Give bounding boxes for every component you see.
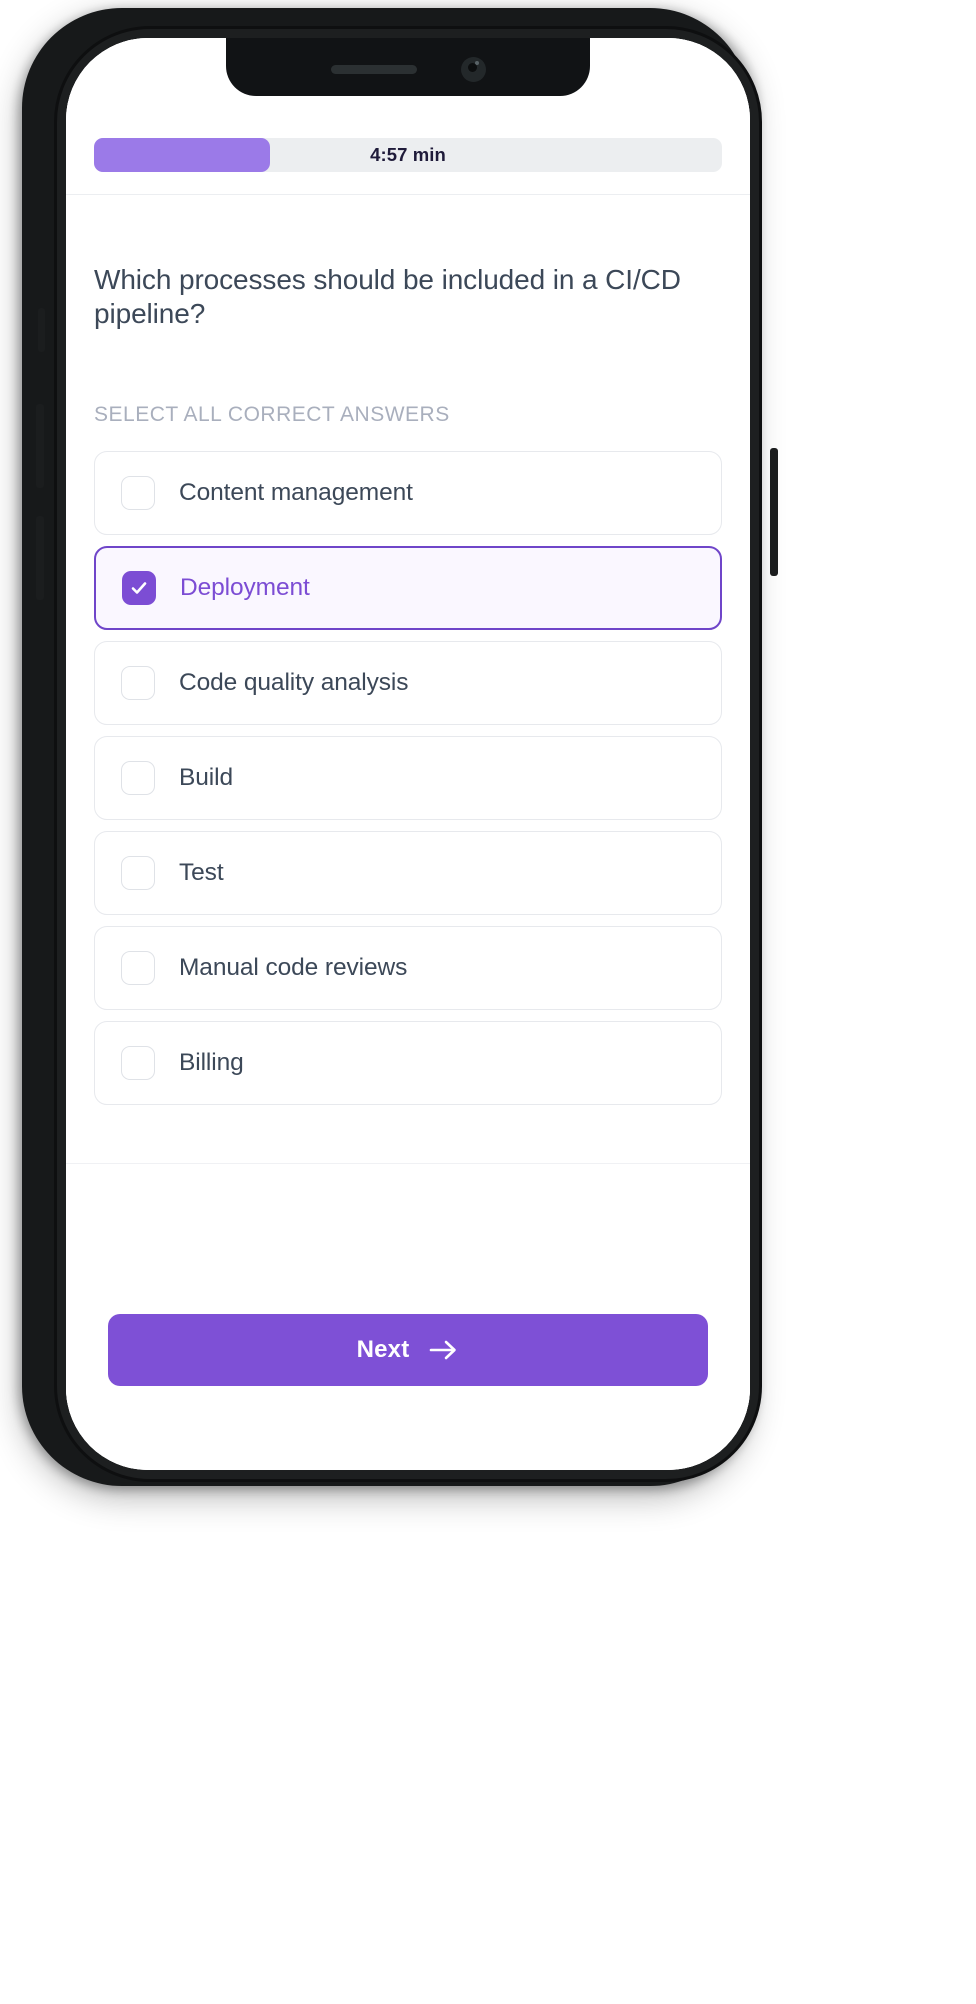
next-button[interactable]: Next — [108, 1314, 708, 1386]
answer-option-label: Code quality analysis — [179, 669, 409, 697]
answer-option[interactable]: Deployment — [94, 546, 722, 631]
answer-option[interactable]: Code quality analysis — [94, 641, 722, 726]
answer-option-label: Billing — [179, 1049, 244, 1077]
quiz-footer: Next — [66, 1163, 750, 1470]
checkbox-unchecked-icon[interactable] — [121, 951, 155, 986]
arrow-right-icon — [430, 1340, 457, 1360]
power-button[interactable] — [770, 448, 778, 576]
volume-up-button[interactable] — [36, 404, 44, 488]
screenshot-stage: 4:57 min Which processes should be inclu… — [0, 0, 976, 2004]
answer-option-label: Content management — [179, 479, 413, 507]
checkbox-unchecked-icon[interactable] — [121, 856, 155, 891]
phone-notch — [226, 38, 590, 96]
timer-label: 4:57 min — [370, 144, 446, 165]
answer-option[interactable]: Content management — [94, 451, 722, 536]
phone-device: 4:57 min Which processes should be inclu… — [22, 8, 778, 1486]
speaker-slot-icon — [330, 64, 417, 74]
checkbox-unchecked-icon[interactable] — [121, 476, 155, 511]
answer-option[interactable]: Billing — [94, 1021, 722, 1106]
checkbox-unchecked-icon[interactable] — [121, 666, 155, 701]
answer-option-label: Build — [179, 764, 233, 792]
checkbox-unchecked-icon[interactable] — [121, 761, 155, 796]
selection-instruction: SELECT ALL CORRECT ANSWERS — [94, 403, 450, 427]
answer-option-label: Deployment — [180, 574, 310, 602]
answer-option-label: Manual code reviews — [179, 954, 408, 982]
answer-options-list: Content management Deployment Code quality… — [94, 451, 722, 1106]
quiz-app: 4:57 min Which processes should be inclu… — [66, 38, 750, 1470]
checkbox-checked-icon[interactable] — [122, 571, 156, 606]
question-text: Which processes should be included in a … — [94, 264, 681, 330]
next-button-label: Next — [356, 1336, 410, 1363]
phone-screen: 4:57 min Which processes should be inclu… — [66, 38, 750, 1470]
answer-option[interactable]: Manual code reviews — [94, 926, 722, 1011]
mute-switch-button[interactable] — [38, 308, 45, 352]
volume-down-button[interactable] — [36, 516, 44, 600]
timer-progress-fill — [94, 138, 270, 172]
quiz-content: Which processes should be included in a … — [66, 195, 750, 1163]
timer-progress-bar: 4:57 min — [94, 138, 722, 172]
answer-option[interactable]: Test — [94, 831, 722, 916]
checkbox-unchecked-icon[interactable] — [121, 1046, 155, 1081]
front-camera-icon — [460, 56, 486, 82]
answer-option-label: Test — [179, 859, 224, 887]
answer-option[interactable]: Build — [94, 736, 722, 821]
